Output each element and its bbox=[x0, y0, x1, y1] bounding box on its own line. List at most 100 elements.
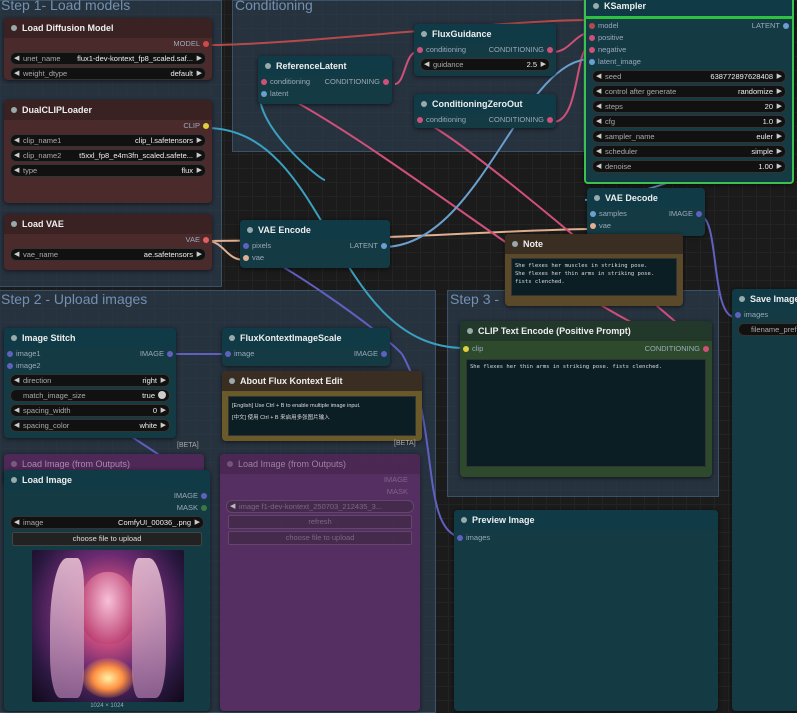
arrow-left-icon[interactable]: ◀ bbox=[596, 116, 601, 127]
arrow-left-icon[interactable]: ◀ bbox=[14, 68, 19, 79]
node-collapse-dot[interactable] bbox=[461, 517, 467, 523]
arrow-right-icon[interactable]: ▶ bbox=[777, 161, 782, 172]
output-image-pin[interactable] bbox=[381, 351, 387, 357]
node-load-diffusion-model[interactable]: Load Diffusion Model MODEL ◀ unet_name flu… bbox=[4, 18, 212, 80]
node-collapse-dot[interactable] bbox=[11, 107, 17, 113]
output-conditioning-pin[interactable] bbox=[703, 346, 709, 352]
output-mask-pin[interactable] bbox=[201, 505, 207, 511]
arrow-right-icon[interactable]: ▶ bbox=[541, 59, 546, 70]
node-collapse-dot[interactable] bbox=[467, 328, 473, 334]
output-conditioning-pin[interactable] bbox=[547, 117, 553, 123]
node-about-flux-kontext[interactable]: About Flux Kontext Edit [English] Use Ct… bbox=[222, 371, 422, 441]
arrow-right-icon[interactable]: ▶ bbox=[161, 420, 166, 431]
arrow-left-icon[interactable]: ◀ bbox=[14, 165, 19, 176]
node-collapse-dot[interactable] bbox=[265, 63, 271, 69]
guidance-widget[interactable]: ◀ guidance 2.5 ▶ bbox=[420, 58, 550, 71]
arrow-right-icon[interactable]: ▶ bbox=[197, 68, 202, 79]
node-vae-decode[interactable]: VAE Decode samples IMAGE vae bbox=[587, 188, 705, 236]
filename-prefix-widget[interactable]: filename_prefi bbox=[738, 323, 797, 336]
arrow-left-icon[interactable]: ◀ bbox=[596, 131, 601, 142]
output-image-pin[interactable] bbox=[167, 351, 173, 357]
input-vae-pin[interactable] bbox=[243, 255, 249, 261]
arrow-right-icon[interactable]: ▶ bbox=[777, 86, 782, 97]
output-conditioning-pin[interactable] bbox=[547, 47, 553, 53]
output-latent-pin[interactable] bbox=[783, 23, 789, 29]
arrow-right-icon[interactable]: ▶ bbox=[777, 116, 782, 127]
node-collapse-dot[interactable] bbox=[227, 461, 233, 467]
arrow-right-icon[interactable]: ▶ bbox=[197, 135, 202, 146]
node-load-vae[interactable]: Load VAE VAE ◀ vae_name ae.safetensors ▶ bbox=[4, 214, 212, 270]
input-latent-image-pin[interactable] bbox=[589, 59, 595, 65]
node-collapse-dot[interactable] bbox=[11, 221, 17, 227]
arrow-right-icon[interactable]: ▶ bbox=[197, 53, 202, 64]
arrow-left-icon[interactable]: ◀ bbox=[14, 249, 19, 260]
input-positive-pin[interactable] bbox=[589, 35, 595, 41]
arrow-left-icon[interactable]: ◀ bbox=[596, 161, 601, 172]
input-conditioning-pin[interactable] bbox=[261, 79, 267, 85]
toggle-knob-icon[interactable] bbox=[158, 391, 166, 399]
match-image-size-toggle[interactable]: match_image_size true bbox=[10, 389, 170, 402]
input-image1-pin[interactable] bbox=[7, 351, 13, 357]
arrow-right-icon[interactable]: ▶ bbox=[197, 249, 202, 260]
seed-widget[interactable]: ◀ seed 638772897628408 ▶ bbox=[592, 70, 786, 83]
arrow-left-icon[interactable]: ◀ bbox=[596, 71, 601, 82]
node-flux-guidance[interactable]: FluxGuidance conditioning CONDITIONING ◀ g… bbox=[414, 24, 556, 76]
node-image-stitch[interactable]: Image Stitch image1 IMAGE image2 ◀ directi… bbox=[4, 328, 176, 438]
node-collapse-dot[interactable] bbox=[11, 25, 17, 31]
node-collapse-dot[interactable] bbox=[512, 241, 518, 247]
node-collapse-dot[interactable] bbox=[421, 101, 427, 107]
input-clip-pin[interactable] bbox=[463, 346, 469, 352]
node-load-image[interactable]: Load Image IMAGE MASK ◀ image ComfyUI_0003… bbox=[4, 470, 210, 711]
input-negative-pin[interactable] bbox=[589, 47, 595, 53]
arrow-right-icon[interactable]: ▶ bbox=[161, 405, 166, 416]
arrow-right-icon[interactable]: ▶ bbox=[195, 517, 200, 528]
output-model-pin[interactable] bbox=[203, 41, 209, 47]
refresh-button[interactable]: refresh bbox=[228, 515, 412, 529]
node-ksampler[interactable]: KSampler model LATENT positive negative l… bbox=[584, 0, 794, 184]
node-collapse-dot[interactable] bbox=[421, 31, 427, 37]
denoise-widget[interactable]: ◀ denoise 1.00 ▶ bbox=[592, 160, 786, 173]
prompt-textarea[interactable]: She flexes her thin arms in striking pos… bbox=[466, 359, 706, 467]
output-vae-pin[interactable] bbox=[203, 237, 209, 243]
choose-file-button[interactable]: choose file to upload bbox=[12, 532, 202, 546]
input-vae-pin[interactable] bbox=[590, 223, 596, 229]
arrow-right-icon[interactable]: ▶ bbox=[197, 150, 202, 161]
arrow-left-icon[interactable]: ◀ bbox=[14, 375, 19, 386]
node-collapse-dot[interactable] bbox=[594, 195, 600, 201]
node-collapse-dot[interactable] bbox=[229, 378, 235, 384]
arrow-left-icon[interactable]: ◀ bbox=[596, 86, 601, 97]
image-select-widget[interactable]: ◀ image ComfyUI_00036_.png ▶ bbox=[10, 516, 204, 529]
input-image-pin[interactable] bbox=[225, 351, 231, 357]
input-conditioning-pin[interactable] bbox=[417, 117, 423, 123]
control-after-generate-widget[interactable]: ◀ control after generate randomize ▶ bbox=[592, 85, 786, 98]
arrow-left-icon[interactable]: ◀ bbox=[596, 146, 601, 157]
arrow-right-icon[interactable]: ▶ bbox=[197, 165, 202, 176]
node-preview-image[interactable]: Preview Image images bbox=[454, 510, 718, 711]
node-clip-text-encode[interactable]: CLIP Text Encode (Positive Prompt) clip C… bbox=[460, 321, 712, 477]
vae-name-widget[interactable]: ◀ vae_name ae.safetensors ▶ bbox=[10, 248, 206, 261]
input-conditioning-pin[interactable] bbox=[417, 47, 423, 53]
output-latent-pin[interactable] bbox=[381, 243, 387, 249]
cfg-widget[interactable]: ◀ cfg 1.0 ▶ bbox=[592, 115, 786, 128]
node-note[interactable]: Note She flexes her muscles in striking … bbox=[505, 234, 683, 306]
input-image2-pin[interactable] bbox=[7, 363, 13, 369]
node-collapse-dot[interactable] bbox=[11, 335, 17, 341]
spacing-width-widget[interactable]: ◀ spacing_width 0 ▶ bbox=[10, 404, 170, 417]
input-images-pin[interactable] bbox=[735, 312, 741, 318]
arrow-left-icon[interactable]: ◀ bbox=[14, 135, 19, 146]
node-save-image[interactable]: Save Image images filename_prefi bbox=[732, 289, 797, 711]
input-latent-pin[interactable] bbox=[261, 91, 267, 97]
input-samples-pin[interactable] bbox=[590, 211, 596, 217]
arrow-left-icon[interactable]: ◀ bbox=[14, 150, 19, 161]
arrow-right-icon[interactable]: ▶ bbox=[161, 375, 166, 386]
node-load-image-outputs-2[interactable]: Load Image (from Outputs) IMAGE MASK ◀ im… bbox=[220, 454, 420, 711]
arrow-right-icon[interactable]: ▶ bbox=[777, 131, 782, 142]
node-dual-clip-loader[interactable]: DualCLIPLoader CLIP ◀ clip_name1 clip_l.sa… bbox=[4, 100, 212, 203]
node-collapse-dot[interactable] bbox=[739, 296, 745, 302]
choose-file-button[interactable]: choose file to upload bbox=[228, 531, 412, 545]
node-collapse-dot[interactable] bbox=[247, 227, 253, 233]
arrow-left-icon[interactable]: ◀ bbox=[14, 420, 19, 431]
output-clip-pin[interactable] bbox=[203, 123, 209, 129]
arrow-left-icon[interactable]: ◀ bbox=[230, 501, 235, 512]
arrow-left-icon[interactable]: ◀ bbox=[14, 405, 19, 416]
